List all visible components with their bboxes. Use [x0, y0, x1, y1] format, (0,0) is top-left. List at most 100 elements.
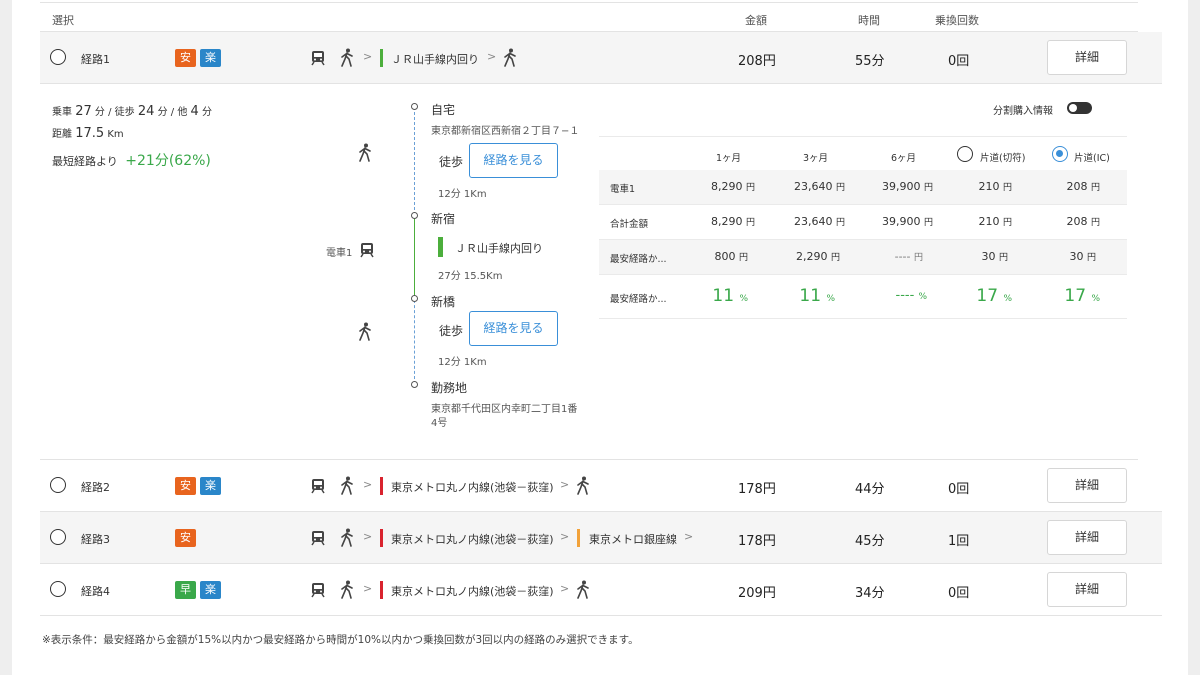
row-label: 最安経路か...: [610, 294, 667, 305]
easy-badge: 楽: [200, 477, 221, 495]
route-radio[interactable]: [50, 529, 66, 545]
route-radio[interactable]: [50, 477, 66, 493]
walk-icon: [577, 476, 589, 495]
chevron-right-icon: >: [560, 530, 570, 543]
walk-segment-line: [414, 300, 415, 384]
header-transfers: 乗換回数: [935, 14, 979, 27]
table-cell: 23,640 円: [793, 215, 845, 228]
cheap-badge: 安: [175, 477, 196, 495]
route-name: 経路2: [81, 481, 110, 494]
header-time: 時間: [858, 14, 880, 27]
station-name: 自宅: [431, 103, 456, 117]
station-address: 東京都新宿区西新宿２丁目７−１: [431, 126, 580, 137]
route-name: 経路1: [81, 53, 110, 66]
segment-info: 12分 1Km: [438, 357, 487, 368]
view-route-button[interactable]: 経路を見る: [469, 143, 558, 178]
train-side-label: 電車1: [326, 248, 353, 259]
walk-label: 徒歩: [439, 324, 464, 338]
header-select: 選択: [52, 14, 74, 27]
walk-icon: [341, 528, 353, 547]
train-icon: [360, 243, 374, 258]
train-icon: [311, 583, 325, 598]
divider: [40, 615, 1162, 616]
route-transfers: 1回: [948, 534, 970, 549]
header-fare: 金額: [745, 14, 767, 27]
easy-badge: 楽: [200, 581, 221, 599]
line-name: 東京メトロ丸ノ内線(池袋－荻窪): [391, 533, 554, 546]
ic-radio[interactable]: [1052, 146, 1068, 162]
station-dot: [411, 295, 418, 302]
detail-button[interactable]: 詳細: [1047, 520, 1127, 555]
row-label: 電車1: [610, 184, 636, 195]
segment-info: 27分 15.5Km: [438, 271, 503, 282]
line-color-bar: [380, 529, 383, 547]
line-name: 東京メトロ丸ノ内線(池袋－荻窪): [391, 481, 554, 494]
table-divider: [599, 318, 1127, 319]
station-name: 新橋: [431, 295, 456, 309]
chevron-right-icon: >: [487, 50, 497, 63]
table-cell: 208 円: [1066, 180, 1100, 193]
walk-icon: [504, 48, 516, 67]
detail-button[interactable]: 詳細: [1047, 572, 1127, 607]
row-label: 最安経路か...: [610, 254, 667, 265]
easy-badge: 楽: [200, 49, 221, 67]
table-cell: 2,290 円: [795, 250, 840, 263]
route-transfers: 0回: [948, 586, 970, 601]
route-radio[interactable]: [50, 581, 66, 597]
route-radio[interactable]: [50, 49, 66, 65]
walk-icon: [359, 322, 371, 341]
table-cell: 39,900 円: [881, 180, 933, 193]
line-name: 東京メトロ丸ノ内線(池袋－荻窪): [391, 585, 554, 598]
table-divider: [599, 136, 1127, 137]
station-dot: [411, 212, 418, 219]
line-color-bar: [380, 581, 383, 599]
station-dot: [411, 103, 418, 110]
installment-toggle[interactable]: [1067, 102, 1092, 114]
chevron-right-icon: >: [363, 530, 373, 543]
route-row: 経路1 安 楽 > ＪＲ山手線内回り > 208円 55分 0回 詳細: [40, 32, 1162, 84]
train-segment-line: [414, 217, 415, 299]
station-address: 4号: [431, 418, 448, 429]
detail-button[interactable]: 詳細: [1047, 468, 1127, 503]
route-row: 経路2 安 楽 > 東京メトロ丸ノ内線(池袋－荻窪) > 178円 44分 0回…: [40, 460, 1162, 512]
route-time: 34分: [855, 586, 885, 601]
route-name: 経路3: [81, 533, 110, 546]
line-name: 東京メトロ銀座線: [589, 533, 677, 546]
col-header: 片道(IC): [1074, 153, 1110, 164]
walk-icon: [359, 143, 371, 162]
table-divider: [599, 239, 1127, 240]
table-cell: 210 円: [978, 180, 1012, 193]
route-fare: 178円: [738, 482, 776, 497]
summary-line: 乗車 27 分 / 徒歩 24 分 / 他 4 分: [52, 104, 212, 119]
station-name: 新宿: [431, 212, 456, 226]
detail-button[interactable]: 詳細: [1047, 40, 1127, 75]
table-cell: 30 円: [981, 250, 1008, 263]
walk-icon: [341, 580, 353, 599]
table-cell: ---- 円: [894, 250, 923, 263]
train-icon: [311, 51, 325, 66]
route-transfers: 0回: [948, 482, 970, 497]
walk-icon: [341, 48, 353, 67]
station-address: 東京都千代田区内幸町二丁目1番: [431, 404, 578, 415]
shortest-compare: 最短経路より +21分(62%): [52, 153, 211, 169]
col-header: 片道(切符): [980, 153, 1026, 164]
line-color-bar: [380, 49, 383, 67]
route-row: 経路3 安 > 東京メトロ丸ノ内線(池袋－荻窪) > 東京メトロ銀座線 > 17…: [40, 512, 1162, 564]
line-color-bar: [577, 529, 580, 547]
chevron-right-icon: >: [560, 582, 570, 595]
col-header: 3ヶ月: [803, 153, 829, 164]
table-cell: 23,640 円: [793, 180, 845, 193]
route-transfers: 0回: [948, 54, 970, 69]
row-label: 合計金額: [610, 219, 649, 230]
table-cell: 8,290 円: [710, 180, 755, 193]
view-route-button[interactable]: 経路を見る: [469, 311, 558, 346]
segment-info: 12分 1Km: [438, 189, 487, 200]
table-cell: 17 %: [1064, 286, 1100, 306]
table-cell: 8,290 円: [710, 215, 755, 228]
route-time: 45分: [855, 534, 885, 549]
train-icon: [311, 531, 325, 546]
divider: [40, 83, 1162, 84]
ticket-radio[interactable]: [957, 146, 973, 162]
route-time: 55分: [855, 54, 885, 69]
table-cell: 17 %: [976, 286, 1012, 306]
